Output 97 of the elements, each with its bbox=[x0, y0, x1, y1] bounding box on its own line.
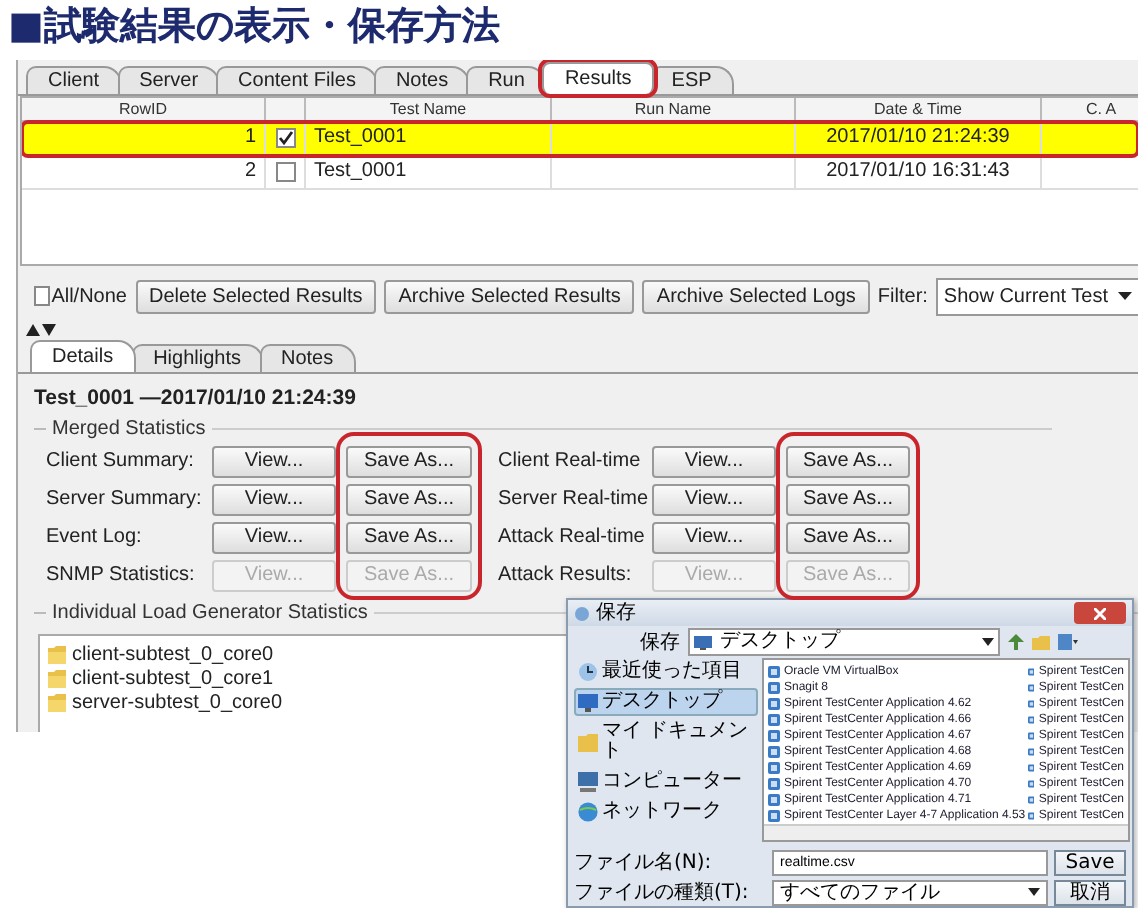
stat-label: Client Summary: bbox=[46, 450, 196, 472]
cancel-button[interactable]: 取消 bbox=[1054, 879, 1126, 905]
test-title: Test_0001 —2017/01/10 21:24:39 bbox=[34, 386, 358, 412]
filter-label: Filter: bbox=[877, 285, 928, 307]
view-button[interactable]: View... bbox=[652, 521, 776, 553]
view-button[interactable]: View... bbox=[212, 483, 336, 515]
monitor-icon bbox=[578, 692, 598, 712]
location-dropdown[interactable]: デスクトップ bbox=[688, 628, 1000, 656]
table-cell: Test_0001 bbox=[306, 122, 552, 154]
folder-icon bbox=[48, 692, 66, 712]
view-button[interactable]: View... bbox=[652, 445, 776, 477]
clock-icon bbox=[578, 662, 598, 682]
computer-icon bbox=[578, 772, 598, 792]
toolbar-button[interactable]: Archive Selected Results bbox=[384, 279, 635, 313]
filter-dropdown[interactable]: Show Current Test bbox=[935, 277, 1138, 315]
app-icon bbox=[1028, 778, 1035, 790]
close-button[interactable] bbox=[1074, 602, 1126, 624]
place-item[interactable]: コンピューター bbox=[574, 768, 758, 796]
toolbar-button[interactable]: Delete Selected Results bbox=[135, 279, 377, 313]
up-folder-icon bbox=[1008, 634, 1024, 650]
app-icon bbox=[1028, 746, 1035, 758]
app-icon bbox=[1028, 810, 1035, 822]
new-folder-icon bbox=[1032, 634, 1050, 650]
tree-item[interactable]: client-subtest_0_core1 bbox=[72, 667, 274, 689]
stat-label: Attack Real-time bbox=[496, 526, 642, 548]
app-icon bbox=[1028, 762, 1035, 774]
monitor-icon bbox=[694, 635, 712, 649]
tree-item[interactable]: client-subtest_0_core0 bbox=[72, 643, 274, 665]
column-header: Test Name bbox=[306, 98, 552, 122]
group-label: Individual Load Generator Statistics bbox=[52, 602, 368, 624]
checkbox-label: All/None bbox=[51, 285, 127, 307]
tab[interactable]: Results bbox=[542, 62, 654, 94]
table-row[interactable]: 2 Test_0001 2017/01/10 16:31:43 bbox=[22, 156, 1138, 190]
save-in-label: 保存 bbox=[640, 630, 680, 656]
save-as-button[interactable]: Save As... bbox=[346, 445, 472, 477]
globe-icon bbox=[578, 802, 598, 822]
tab[interactable]: Highlights bbox=[131, 344, 263, 372]
view-menu-icon bbox=[1058, 634, 1078, 650]
app-icon bbox=[1028, 714, 1035, 726]
tab[interactable]: Content Files bbox=[216, 66, 378, 94]
toolbar-button[interactable]: Archive Selected Logs bbox=[642, 279, 870, 313]
group-label: Merged Statistics bbox=[52, 418, 206, 440]
column-header: C. A bbox=[1042, 98, 1138, 122]
place-item[interactable]: ネットワーク bbox=[574, 798, 758, 826]
app-icon bbox=[1028, 682, 1035, 694]
field-label: ファイルの種類(T): bbox=[574, 879, 751, 906]
stat-label: Client Real-time bbox=[496, 450, 642, 472]
table-cell: 2017/01/10 16:31:43 bbox=[796, 156, 1042, 188]
column-header: Date & Time bbox=[796, 98, 1042, 122]
table-row[interactable]: 1 Test_0001 2017/01/10 21:24:39 bbox=[22, 122, 1138, 156]
tab[interactable]: Notes bbox=[259, 344, 356, 372]
splitter-arrows-icon bbox=[26, 324, 58, 336]
table-cell: 1 bbox=[22, 122, 266, 154]
column-header: RowID bbox=[22, 98, 266, 122]
stat-label: Event Log: bbox=[46, 526, 144, 548]
view-button[interactable]: View... bbox=[652, 483, 776, 515]
tab[interactable]: Server bbox=[117, 66, 221, 94]
caret-icon bbox=[1028, 888, 1040, 896]
file-type-dropdown[interactable]: すべてのファイル bbox=[772, 879, 1048, 905]
save-button[interactable]: Save bbox=[1054, 849, 1126, 875]
app-icon bbox=[1028, 666, 1035, 678]
table-cell: 2 bbox=[22, 156, 266, 188]
view-button[interactable]: View... bbox=[212, 445, 336, 477]
app-icon bbox=[1028, 794, 1035, 806]
tab[interactable]: Client bbox=[26, 66, 122, 94]
checkbox[interactable] bbox=[275, 128, 295, 148]
tab[interactable]: Notes bbox=[373, 66, 471, 94]
save-as-button[interactable]: Save As... bbox=[786, 445, 910, 477]
folder-icon bbox=[48, 668, 66, 688]
slide-title: ■試験結果の表示・保存方法 bbox=[8, 2, 500, 52]
field-label: ファイル名(N): bbox=[574, 850, 714, 876]
save-as-button[interactable]: Save As... bbox=[786, 483, 910, 515]
column-header: Run Name bbox=[552, 98, 796, 122]
save-as-button[interactable]: Save As... bbox=[346, 483, 472, 515]
place-item[interactable]: 最近使った項目 bbox=[574, 658, 758, 686]
checkbox[interactable] bbox=[275, 162, 295, 182]
stat-label: Server Summary: bbox=[46, 488, 202, 510]
place-item[interactable]: デスクトップ bbox=[574, 688, 758, 716]
stat-label: SNMP Statistics: bbox=[46, 564, 197, 586]
table-cell: 2017/01/10 21:24:39 bbox=[796, 122, 1042, 154]
app-icon bbox=[1028, 698, 1035, 710]
stat-label: Attack Results: bbox=[496, 564, 634, 586]
caret-icon bbox=[982, 638, 994, 646]
folder-icon bbox=[48, 644, 66, 664]
dialog-title: 保存 bbox=[596, 601, 636, 625]
table-cell: Test_0001 bbox=[306, 156, 552, 188]
scrollbar[interactable] bbox=[764, 824, 1128, 840]
caret-icon bbox=[1118, 292, 1132, 300]
close-icon bbox=[1094, 607, 1106, 619]
view-button[interactable]: View... bbox=[212, 521, 336, 553]
app-icon bbox=[1028, 730, 1035, 742]
checkbox[interactable] bbox=[34, 286, 50, 306]
save-as-button[interactable]: Save As... bbox=[786, 521, 910, 553]
save-as-button[interactable]: Save As... bbox=[346, 521, 472, 553]
tab[interactable]: Details bbox=[30, 340, 136, 372]
tree-item[interactable]: server-subtest_0_core0 bbox=[72, 691, 283, 713]
place-item[interactable]: マイ ドキュメント bbox=[574, 718, 758, 766]
